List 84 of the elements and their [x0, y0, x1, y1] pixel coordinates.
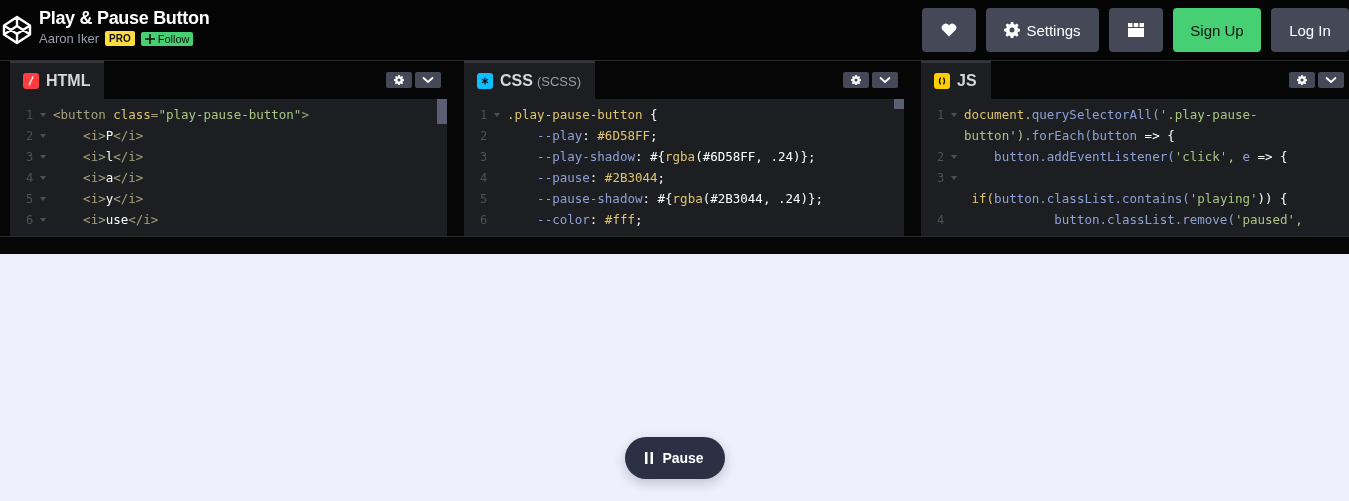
fold-arrow-icon[interactable] [40, 154, 46, 159]
follow-button[interactable]: Follow [140, 31, 194, 46]
code-line: --pause: #2B3044; [536, 170, 666, 185]
line-number: 1 [480, 107, 488, 122]
author-link[interactable]: Aaron Iker [39, 31, 99, 46]
code-line: document.querySelectorAll('.play-pause- [964, 107, 1258, 122]
collapse-button[interactable] [1318, 72, 1344, 88]
settings-icon [394, 75, 404, 85]
fold-arrow-icon[interactable] [40, 175, 46, 180]
like-button[interactable] [922, 8, 976, 52]
code-line: --color: #fff; [536, 212, 643, 227]
html-icon [23, 73, 39, 89]
editor-settings-button[interactable] [843, 72, 869, 88]
resize-bar[interactable] [0, 236, 1349, 254]
code-line: if(button.classList.contains('playing')) { [970, 191, 1288, 206]
collapse-button[interactable] [415, 72, 441, 88]
line-number: 2 [937, 149, 945, 164]
line-number: 3 [26, 149, 34, 164]
pause-button[interactable]: Pause [624, 437, 725, 479]
pause-icon [645, 452, 654, 464]
line-number: 1 [26, 107, 34, 122]
fold-arrow-icon[interactable] [951, 112, 957, 117]
code-line: <i>use</i> [82, 212, 159, 227]
line-number: 2 [26, 128, 34, 143]
code-line: --pause-shadow: #{rgba(#2B3044, .24)}; [536, 191, 824, 206]
code-line: button').forEach(button => { [964, 128, 1175, 143]
line-number: 3 [480, 149, 488, 164]
code-line: --play: #6D58FF; [536, 128, 658, 143]
editor-tab[interactable]: HTML [10, 61, 105, 99]
fold-arrow-icon[interactable] [40, 217, 46, 222]
editor-settings-button[interactable] [1289, 72, 1315, 88]
layout-icon [1128, 23, 1144, 37]
editor-tab[interactable]: CSS (SCSS) [464, 61, 595, 99]
pen-title: Play & Pause Button [39, 8, 210, 29]
fold-arrow-icon[interactable] [951, 154, 957, 159]
editor-title: CSS [500, 72, 533, 90]
fold-arrow-icon[interactable] [494, 112, 500, 117]
plus-icon [144, 33, 155, 44]
line-number: 5 [26, 191, 34, 206]
code-line: <i>a</i> [82, 170, 144, 185]
collapse-button[interactable] [872, 72, 898, 88]
pro-badge: PRO [105, 31, 135, 46]
heart-icon [941, 23, 957, 37]
settings-icon [1004, 22, 1021, 38]
line-number: 1 [937, 107, 945, 122]
line-number: 5 [480, 191, 488, 206]
code-line: .play-pause-button { [507, 107, 658, 122]
css-icon [477, 73, 493, 89]
chevron-down-icon [879, 76, 891, 84]
fold-arrow-icon[interactable] [40, 133, 46, 138]
line-number: 4 [937, 212, 945, 227]
settings-icon [851, 75, 861, 85]
code-line: button.addEventListener('click', e => { [993, 149, 1288, 164]
line-number: 6 [480, 212, 488, 227]
code-line: <button class="play-pause-button"> [53, 107, 309, 122]
chevron-down-icon [422, 76, 434, 84]
chevron-down-icon [1325, 76, 1337, 84]
log-in-button[interactable]: Log In [1271, 8, 1349, 52]
settings-icon [1297, 75, 1307, 85]
js-icon [934, 73, 950, 89]
editor-settings-button[interactable] [386, 72, 412, 88]
editor-title: JS [957, 72, 977, 90]
code-line: button.classList.remove('paused', [1053, 212, 1303, 227]
editor-title: HTML [46, 72, 91, 90]
fold-arrow-icon[interactable] [40, 196, 46, 201]
line-number: 6 [26, 212, 34, 227]
layout-button[interactable] [1109, 8, 1163, 52]
scrollbar-thumb[interactable] [437, 99, 447, 124]
fold-arrow-icon[interactable] [951, 175, 957, 180]
line-number: 4 [26, 170, 34, 185]
sign-up-button[interactable]: Sign Up [1173, 8, 1261, 52]
code-line: <i>P</i> [82, 128, 144, 143]
code-line: <i>y</i> [82, 191, 144, 206]
code-line: <i>l</i> [82, 149, 144, 164]
editor-tab[interactable]: JS [921, 61, 991, 99]
line-number: 4 [480, 170, 488, 185]
fold-arrow-icon[interactable] [40, 112, 46, 117]
scrollbar-thumb[interactable] [894, 99, 904, 109]
line-number: 2 [480, 128, 488, 143]
line-number: 3 [937, 170, 945, 185]
settings-button[interactable]: Settings [986, 8, 1099, 52]
code-line: --play-shadow: #{rgba(#6D58FF, .24)}; [536, 149, 816, 164]
editor-subtitle: (SCSS) [536, 73, 581, 89]
cube-logo-icon[interactable] [1, 14, 33, 46]
